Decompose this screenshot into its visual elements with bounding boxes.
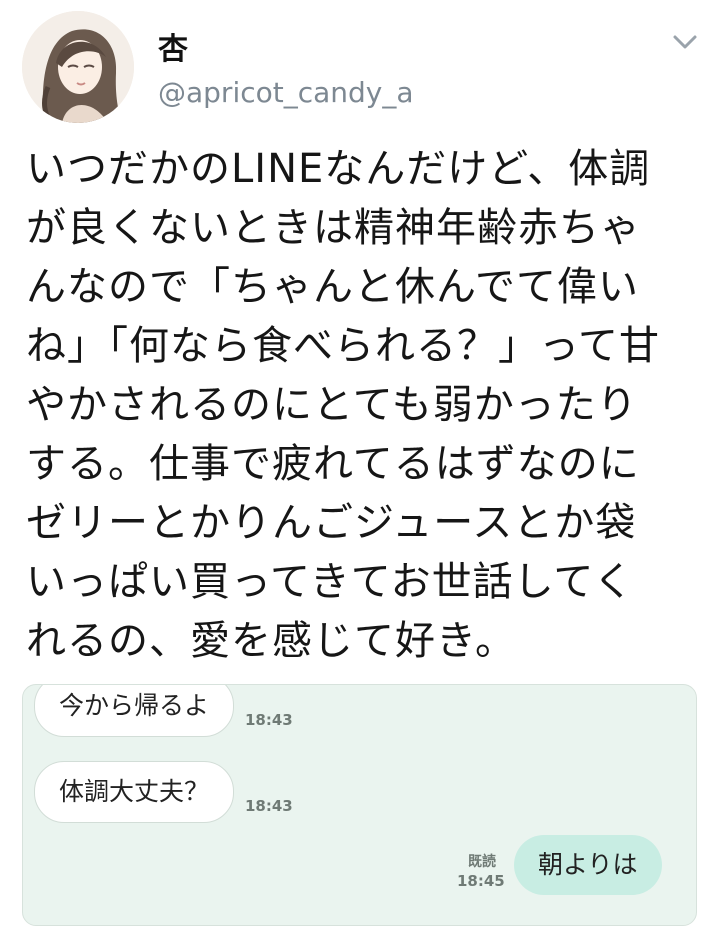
display-name[interactable]: 杏 (158, 24, 188, 68)
chat-screenshot-image[interactable]: 今から帰るよ 18:43 体調大丈夫？ 18:43 既読 18:45 朝よりは (22, 684, 697, 926)
portrait-avatar-image (22, 11, 134, 123)
chevron-down-icon[interactable] (671, 32, 699, 52)
avatar[interactable] (22, 11, 134, 123)
tweet-line: んなので「ちゃんと休んでて偉い (26, 264, 639, 310)
message-time: 18:45 (457, 872, 505, 890)
tweet-line: れるの、愛を感じて好き。 (26, 618, 516, 664)
tweet-line: いっぱい買ってきてお世話してく (26, 559, 635, 605)
tweet-line: ゼリーとかりんごジュースとか袋 (26, 500, 637, 546)
read-receipt: 既読 (468, 854, 496, 870)
tweet-line: やかされるのにとても弱かったり (26, 382, 638, 428)
outgoing-message-bubble: 朝よりは (514, 835, 662, 895)
tweet-text: いつだかのLINEなんだけど、体調 が良くないときは精神年齢赤ちゃ んなので「ち… (26, 140, 696, 671)
user-handle[interactable]: @apricot_candy_a (158, 76, 414, 109)
tweet-line: する。仕事で疲れてるはずなのに (26, 441, 640, 487)
incoming-message-bubble: 体調大丈夫？ (34, 761, 235, 823)
tweet-line: ね」「何なら食べられる？」って甘 (26, 323, 660, 369)
tweet-line: いつだかのLINEなんだけど、体調 (26, 146, 651, 192)
message-time: 18:43 (245, 711, 293, 729)
incoming-message-bubble: 今から帰るよ (34, 685, 235, 737)
message-time: 18:43 (245, 797, 293, 815)
tweet-line: が良くないときは精神年齢赤ちゃ (26, 205, 641, 251)
